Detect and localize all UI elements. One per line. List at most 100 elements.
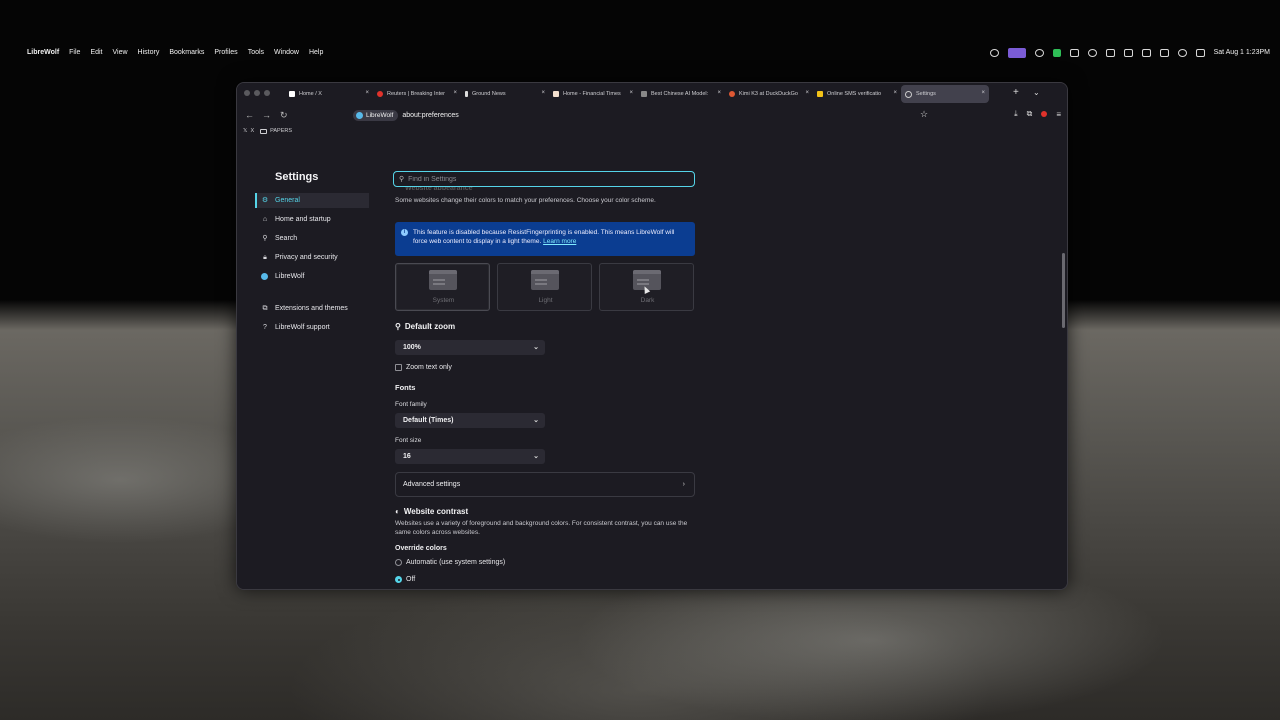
zoom-window-button[interactable] bbox=[264, 90, 270, 96]
sms-icon bbox=[817, 91, 823, 97]
checkbox-label: Zoom text only bbox=[406, 364, 452, 371]
sidebar-item-support[interactable]: ? LibreWolf support bbox=[255, 320, 369, 335]
tab-chinese-ai[interactable]: Best Chinese AI Model: × bbox=[637, 85, 725, 103]
extensions-icon[interactable]: ⧉ bbox=[1027, 109, 1033, 119]
tab-reuters[interactable]: Reuters | Breaking Inter × bbox=[373, 85, 461, 103]
control-center-icon[interactable] bbox=[1195, 48, 1205, 57]
tab-duckduckgo[interactable]: Kimi K3 at DuckDuckGo × bbox=[725, 85, 813, 103]
sidebar-item-label: General bbox=[275, 197, 300, 204]
gear-icon bbox=[905, 90, 912, 98]
font-size-label: Font size bbox=[395, 437, 422, 444]
url-bar[interactable]: LibreWolf about:preferences bbox=[353, 108, 933, 122]
menu-app-name[interactable]: LibreWolf bbox=[27, 49, 59, 56]
bookmark-star-icon[interactable]: ☆ bbox=[920, 109, 928, 120]
sidebar-item-extensions[interactable]: ⧉ Extensions and themes bbox=[255, 301, 369, 316]
menubar-clock[interactable]: Sat Aug 1 1:23PM bbox=[1214, 49, 1270, 56]
spotlight-icon[interactable] bbox=[1177, 48, 1187, 57]
zoom-select[interactable]: 100% ⌄ bbox=[395, 340, 545, 355]
close-tab-icon[interactable]: × bbox=[717, 90, 721, 96]
radio-off[interactable]: Off bbox=[395, 576, 415, 583]
chevron-down-icon: ⌄ bbox=[533, 453, 539, 460]
sidebar-item-label: Home and startup bbox=[275, 216, 331, 223]
wifi-icon[interactable] bbox=[1159, 48, 1169, 57]
menu-profiles[interactable]: Profiles bbox=[214, 49, 237, 56]
sidebar-item-librewolf[interactable]: LibreWolf bbox=[255, 269, 369, 284]
close-tab-icon[interactable]: × bbox=[629, 90, 633, 96]
checkbox-box[interactable] bbox=[395, 364, 402, 371]
forward-button[interactable]: → bbox=[262, 110, 271, 120]
theme-label: System bbox=[432, 297, 455, 304]
bookmark-x[interactable]: 𝕏 X bbox=[243, 128, 254, 134]
sidebar-item-search[interactable]: ⚲ Search bbox=[255, 231, 369, 246]
menu-help[interactable]: Help bbox=[309, 49, 323, 56]
sidebar-item-label: LibreWolf support bbox=[275, 324, 330, 331]
close-tab-icon[interactable]: × bbox=[893, 90, 897, 96]
screen-record-icon[interactable] bbox=[1007, 47, 1026, 58]
tab-settings[interactable]: Settings × bbox=[901, 85, 989, 103]
close-tab-icon[interactable]: × bbox=[541, 90, 545, 96]
bluetooth-icon[interactable] bbox=[1141, 48, 1151, 57]
identity-chip[interactable]: LibreWolf bbox=[353, 109, 399, 121]
tab-bar: Home / X × Reuters | Breaking Inter × Gr… bbox=[237, 83, 1067, 105]
sidebar-item-privacy[interactable]: 🔒︎ Privacy and security bbox=[255, 250, 369, 265]
menu-file[interactable]: File bbox=[69, 49, 80, 56]
cloud-icon[interactable] bbox=[1069, 48, 1079, 57]
learn-more-link[interactable]: Learn more bbox=[543, 238, 576, 245]
radio-button[interactable] bbox=[395, 559, 402, 566]
menu-bookmarks[interactable]: Bookmarks bbox=[169, 49, 204, 56]
page-scrollbar[interactable] bbox=[1062, 253, 1065, 328]
advanced-fonts-button[interactable]: Advanced settings › bbox=[395, 472, 695, 497]
apple-menu-icon[interactable] bbox=[10, 48, 18, 57]
tab-title: Ground News bbox=[472, 91, 506, 97]
search-input[interactable] bbox=[408, 175, 679, 183]
settings-search[interactable]: ⚲ bbox=[393, 171, 695, 187]
play-icon[interactable] bbox=[1087, 48, 1097, 57]
duckduckgo-icon bbox=[729, 91, 735, 97]
tab-home-x[interactable]: Home / X × bbox=[285, 85, 373, 103]
reload-button[interactable]: ↻ bbox=[280, 110, 288, 120]
menu-view[interactable]: View bbox=[113, 49, 128, 56]
url-text[interactable]: about:preferences bbox=[402, 112, 458, 119]
menu-tools[interactable]: Tools bbox=[248, 49, 264, 56]
font-family-value: Default (Times) bbox=[403, 417, 454, 424]
close-tab-icon[interactable]: × bbox=[805, 90, 809, 96]
librewolf-icon bbox=[356, 111, 363, 119]
default-zoom-heading: ⚲ Default zoom bbox=[395, 322, 455, 331]
back-button[interactable]: ← bbox=[245, 110, 254, 120]
list-tabs-chevron-icon[interactable]: ⌄ bbox=[1033, 88, 1040, 97]
minimize-window-button[interactable] bbox=[254, 90, 260, 96]
downloads-icon[interactable]: ⤓ bbox=[1014, 109, 1018, 119]
sidebar-item-general[interactable]: ⚙ General bbox=[255, 193, 369, 208]
tab-ground-news[interactable]: Ground News × bbox=[461, 85, 549, 103]
sidebar-item-home[interactable]: ⌂ Home and startup bbox=[255, 212, 369, 227]
menu-hamburger-icon[interactable]: ≡ bbox=[1056, 110, 1061, 119]
search-icon: ⚲ bbox=[399, 176, 405, 183]
font-size-select[interactable]: 16 ⌄ bbox=[395, 449, 545, 464]
zoom-value: 100% bbox=[403, 344, 421, 351]
tab-financial-times[interactable]: Home - Financial Times × bbox=[549, 85, 637, 103]
status-app-icon[interactable] bbox=[989, 48, 999, 57]
bookmark-papers[interactable]: PAPERS bbox=[260, 128, 292, 134]
tab-title: Home / X bbox=[299, 91, 322, 97]
close-tab-icon[interactable]: × bbox=[453, 90, 457, 96]
radio-button-selected[interactable] bbox=[395, 576, 402, 583]
close-window-button[interactable] bbox=[244, 90, 250, 96]
theme-options: System Light Dark bbox=[395, 263, 694, 311]
status-s-icon[interactable] bbox=[1034, 48, 1044, 57]
menu-edit[interactable]: Edit bbox=[90, 49, 102, 56]
close-tab-icon[interactable]: × bbox=[365, 90, 369, 96]
lock-status-icon[interactable] bbox=[1052, 48, 1061, 57]
battery-icon[interactable] bbox=[1105, 48, 1115, 57]
close-tab-icon[interactable]: × bbox=[981, 90, 985, 96]
menu-window[interactable]: Window bbox=[274, 49, 299, 56]
volume-icon[interactable] bbox=[1123, 48, 1133, 57]
ublock-icon[interactable] bbox=[1041, 111, 1048, 117]
font-family-select[interactable]: Default (Times) ⌄ bbox=[395, 413, 545, 428]
menu-history[interactable]: History bbox=[138, 49, 160, 56]
theme-option-light[interactable]: Light bbox=[497, 263, 592, 311]
new-tab-button[interactable]: + bbox=[1013, 88, 1019, 98]
tab-sms[interactable]: Online SMS verificatio × bbox=[813, 85, 901, 103]
radio-automatic[interactable]: Automatic (use system settings) bbox=[395, 559, 505, 566]
theme-option-system[interactable]: System bbox=[395, 263, 490, 311]
zoom-text-only-checkbox[interactable]: Zoom text only bbox=[395, 364, 452, 371]
